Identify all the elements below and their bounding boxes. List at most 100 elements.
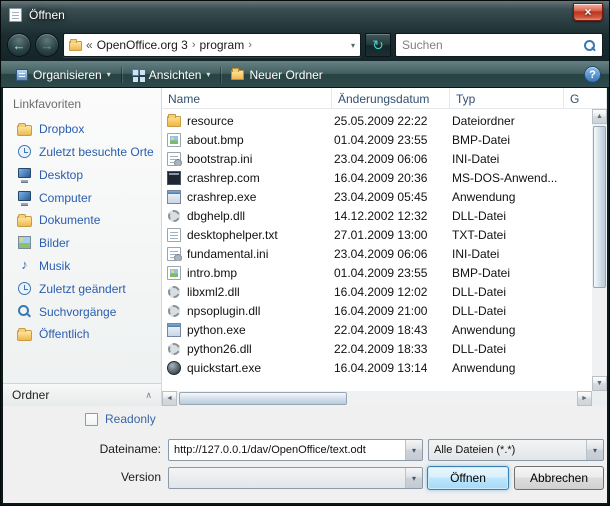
sidebar-item-recently-changed[interactable]: Zuletzt geändert [3, 277, 161, 300]
file-name-cell[interactable]: npsoplugin.dll [162, 304, 332, 318]
filename-combobox[interactable]: http://127.0.0.1/dav/OpenOffice/text.odt… [168, 439, 423, 461]
breadcrumb[interactable]: « OpenOffice.org 3 › program › ▾ [63, 33, 361, 57]
sidebar-item-desktop[interactable]: Desktop [3, 163, 161, 186]
column-header-size[interactable]: G [564, 88, 607, 109]
views-button[interactable]: Ansichten ▾ [125, 65, 218, 85]
breadcrumb-crumb[interactable]: OpenOffice.org 3 [97, 38, 188, 52]
file-name-cell[interactable]: python.exe [162, 323, 332, 337]
horizontal-scrollbar[interactable]: ◄ ► [162, 391, 592, 406]
sidebar-item-documents[interactable]: Dokumente [3, 209, 161, 231]
scroll-right-button[interactable]: ► [577, 391, 592, 406]
file-row[interactable]: about.bmp01.04.2009 23:55BMP-Datei [162, 130, 592, 149]
refresh-button[interactable]: ↻ [365, 33, 391, 57]
ini-file-icon [167, 152, 181, 166]
scroll-up-button[interactable]: ▲ [592, 109, 607, 124]
file-row[interactable]: bootstrap.ini23.04.2009 06:06INI-Datei [162, 149, 592, 168]
folder-icon [69, 41, 82, 51]
breadcrumb-dropdown-icon[interactable]: ▾ [347, 41, 355, 50]
file-row[interactable]: python26.dll22.04.2009 18:33DLL-Datei [162, 339, 592, 358]
search-icon[interactable] [583, 39, 596, 52]
sidebar-item-pictures[interactable]: Bilder [3, 231, 161, 254]
file-date: 25.05.2009 22:22 [332, 114, 450, 128]
file-name: intro.bmp [187, 266, 237, 280]
horizontal-scroll-thumb[interactable] [179, 392, 347, 405]
scroll-down-button[interactable]: ▼ [592, 376, 607, 391]
sidebar-item-searches[interactable]: Suchvorgänge [3, 300, 161, 323]
version-dropdown-button[interactable]: ▾ [405, 468, 422, 488]
breadcrumb-crumb[interactable]: program [200, 38, 245, 52]
open-button[interactable]: Öffnen [427, 466, 509, 490]
file-row[interactable]: crashrep.com16.04.2009 20:36MS-DOS-Anwen… [162, 168, 592, 187]
file-row[interactable]: python.exe22.04.2009 18:43Anwendung [162, 320, 592, 339]
help-button[interactable]: ? [584, 66, 601, 83]
file-name-cell[interactable]: crashrep.exe [162, 190, 332, 204]
organize-button[interactable]: Organisieren ▾ [9, 65, 118, 85]
forward-button[interactable]: → [35, 33, 59, 57]
file-name-cell[interactable]: about.bmp [162, 133, 332, 147]
sidebar-item-label: Zuletzt besuchte Orte [39, 145, 154, 159]
chevron-right-icon[interactable]: › [192, 39, 196, 51]
file-row[interactable]: fundamental.ini23.04.2009 06:06INI-Datei [162, 244, 592, 263]
scroll-left-button[interactable]: ◄ [162, 391, 177, 406]
file-date: 23.04.2009 06:06 [332, 247, 450, 261]
new-folder-button[interactable]: Neuer Ordner [224, 65, 329, 85]
file-name-cell[interactable]: dbghelp.dll [162, 209, 332, 223]
filename-dropdown-button[interactable]: ▾ [405, 440, 422, 460]
file-row[interactable]: dbghelp.dll14.12.2002 12:32DLL-Datei [162, 206, 592, 225]
refresh-icon: ↻ [372, 37, 384, 54]
file-row[interactable]: npsoplugin.dll16.04.2009 21:00DLL-Datei [162, 301, 592, 320]
file-rows: resource25.05.2009 22:22Dateiordnerabout… [162, 109, 592, 391]
file-name-cell[interactable]: desktophelper.txt [162, 228, 332, 242]
close-button[interactable]: × [573, 3, 603, 21]
filetype-dropdown-button[interactable]: ▾ [586, 440, 603, 460]
folders-expander[interactable]: Ordner ∧ [3, 383, 161, 406]
breadcrumb-overflow-icon[interactable]: « [86, 38, 93, 52]
file-name-cell[interactable]: quickstart.exe [162, 361, 332, 375]
sidebar-item-computer[interactable]: Computer [3, 186, 161, 209]
column-header-date[interactable]: Änderungsdatum [332, 88, 450, 109]
file-name-cell[interactable]: fundamental.ini [162, 247, 332, 261]
favorites-list: Dropbox Zuletzt besuchte Orte DesktopCompu… [3, 118, 161, 345]
file-date: 16.04.2009 12:02 [332, 285, 450, 299]
search-placeholder: Suchen [402, 38, 443, 52]
folder-icon [17, 216, 32, 227]
sidebar-item-music[interactable]: ♪Musik [3, 254, 161, 277]
chevron-right-icon[interactable]: › [248, 39, 252, 51]
file-type: Dateiordner [450, 114, 564, 128]
dll-file-icon [168, 305, 180, 317]
file-row[interactable]: crashrep.exe23.04.2009 05:45Anwendung [162, 187, 592, 206]
file-name-cell[interactable]: libxml2.dll [162, 285, 332, 299]
folder-icon [17, 330, 32, 341]
file-row[interactable]: intro.bmp01.04.2009 23:55BMP-Datei [162, 263, 592, 282]
filename-value[interactable]: http://127.0.0.1/dav/OpenOffice/text.odt [169, 444, 405, 456]
file-name-cell[interactable]: crashrep.com [162, 171, 332, 185]
favorites-sidebar: Linkfavoriten DropboxZuletzt besuchte Or… [3, 88, 162, 406]
sidebar-item-public[interactable]: Öffentlich [3, 323, 161, 345]
search-input[interactable]: Suchen [395, 33, 603, 57]
sidebar-item-dropbox[interactable]: Dropbox [3, 118, 161, 140]
file-row[interactable]: libxml2.dll16.04.2009 12:02DLL-Datei [162, 282, 592, 301]
file-name: crashrep.com [187, 171, 260, 185]
cancel-button[interactable]: Abbrechen [514, 466, 604, 490]
filetype-value: Alle Dateien (*.*) [429, 444, 586, 456]
file-name-cell[interactable]: intro.bmp [162, 266, 332, 280]
file-date: 22.04.2009 18:33 [332, 342, 450, 356]
file-row[interactable]: resource25.05.2009 22:22Dateiordner [162, 111, 592, 130]
back-button[interactable]: ← [7, 33, 31, 57]
readonly-checkbox[interactable] [85, 413, 98, 426]
file-row[interactable]: quickstart.exe16.04.2009 13:14Anwendung [162, 358, 592, 377]
version-combobox[interactable]: ▾ [168, 467, 423, 489]
vertical-scroll-thumb[interactable] [593, 126, 606, 288]
column-header-type[interactable]: Typ [450, 88, 564, 109]
filetype-combobox[interactable]: Alle Dateien (*.*) ▾ [428, 439, 604, 461]
folders-label: Ordner [12, 388, 49, 402]
column-header-name[interactable]: Name [162, 88, 332, 109]
file-name-cell[interactable]: resource [162, 114, 332, 128]
sidebar-item-recent-places[interactable]: Zuletzt besuchte Orte [3, 140, 161, 163]
readonly-option[interactable]: Readonly [85, 412, 156, 426]
vertical-scrollbar[interactable]: ▲ ▼ [592, 109, 607, 391]
title-bar[interactable]: Öffnen × [1, 1, 609, 29]
file-row[interactable]: desktophelper.txt27.01.2009 13:00TXT-Dat… [162, 225, 592, 244]
file-name-cell[interactable]: bootstrap.ini [162, 152, 332, 166]
file-name-cell[interactable]: python26.dll [162, 342, 332, 356]
